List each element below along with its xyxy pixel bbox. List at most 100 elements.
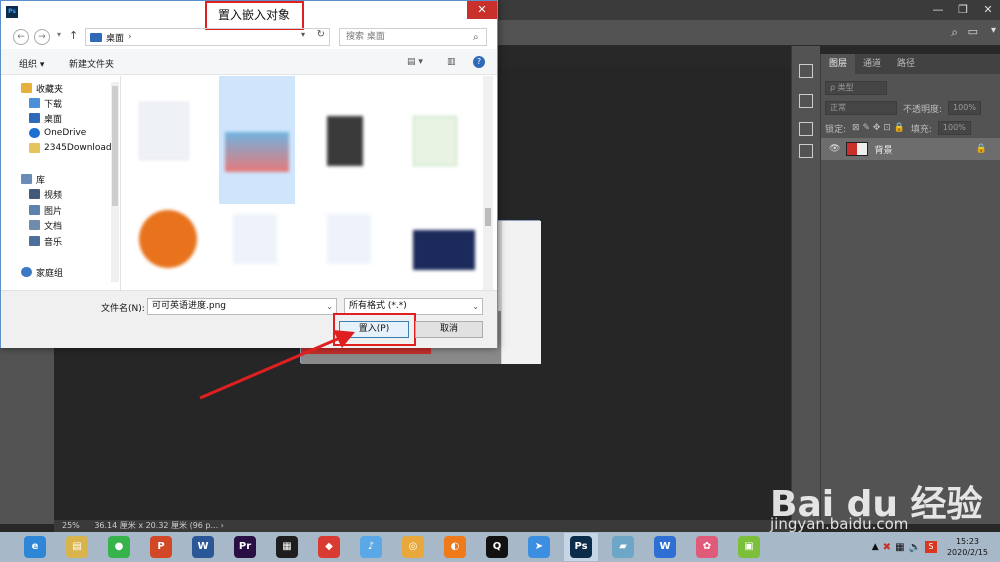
tray-app-icon[interactable]: ✖	[883, 542, 891, 553]
opacity-input[interactable]: 100%	[948, 101, 981, 115]
taskbar-app-photoshop[interactable]: Ps	[564, 533, 598, 561]
file-list-scrollbar[interactable]	[483, 76, 493, 290]
minimize-icon[interactable]: —	[926, 0, 950, 20]
address-text: 桌面	[106, 33, 125, 44]
recent-dropdown-icon[interactable]: ▾	[57, 30, 61, 39]
network-icon[interactable]: ▦	[895, 542, 904, 553]
nav-item-music[interactable]: 音乐	[29, 233, 62, 249]
clock[interactable]: 15:23 2020/2/15	[947, 536, 988, 558]
nav-item-favorites[interactable]: 收藏夹	[21, 80, 63, 96]
file-item[interactable]	[313, 204, 389, 276]
taskbar-app-premiere[interactable]: Pr	[228, 533, 262, 561]
breadcrumb-chevron-icon[interactable]: ›	[128, 32, 132, 42]
file-thumbnail	[225, 132, 289, 172]
share-icon[interactable]: ▾	[991, 25, 996, 36]
taskbar-app-word[interactable]: W	[186, 533, 220, 561]
lock-icons[interactable]: ⊠ ✎ ✥ ⊡ 🔒	[852, 123, 905, 133]
cancel-button[interactable]: 取消	[415, 321, 483, 338]
file-item[interactable]	[125, 204, 201, 276]
file-item[interactable]	[399, 76, 475, 166]
filename-input[interactable]: 可可英语进度.png ⌄	[147, 298, 337, 315]
preview-pane-icon[interactable]: ▥	[447, 57, 456, 67]
taskbar-app-app-book[interactable]: ▰	[606, 533, 640, 561]
taskbar-app-video-editor[interactable]: ▦	[270, 533, 304, 561]
maximize-icon[interactable]: ❐	[951, 0, 975, 20]
chevron-down-icon[interactable]: ⌄	[326, 299, 333, 314]
zoom-level[interactable]: 25%	[62, 521, 80, 530]
clock-time: 15:23	[955, 537, 980, 546]
search-icon[interactable]: ⌕	[473, 32, 479, 43]
taskbar-app-browser-360[interactable]: e	[18, 533, 52, 561]
chevron-down-icon[interactable]: ⌄	[472, 299, 479, 314]
nav-item-2345downloads[interactable]: 2345Download:	[29, 140, 115, 156]
search-icon[interactable]: ⌕	[951, 25, 958, 40]
video-icon	[29, 189, 40, 199]
up-arrow-icon[interactable]: ↑	[69, 29, 78, 42]
library-icon	[21, 174, 32, 184]
kind-filter-select[interactable]: ρ 类型	[825, 81, 887, 95]
taskbar-app-app-notes[interactable]: ▣	[732, 533, 766, 561]
workspace-icon[interactable]: ▭	[968, 25, 978, 38]
nav-item-documents[interactable]: 文档	[29, 217, 62, 233]
taskbar-app-file-explorer[interactable]: ▤	[60, 533, 94, 561]
taskbar-app-wechat[interactable]: ●	[102, 533, 136, 561]
tab-channels[interactable]: 通道	[855, 54, 889, 74]
new-folder-button[interactable]: 新建文件夹	[69, 57, 114, 70]
wechat-icon: ●	[108, 536, 130, 558]
volume-icon[interactable]: 🔊	[909, 542, 921, 553]
nav-item-downloads[interactable]: 下载	[29, 95, 62, 111]
refresh-icon[interactable]: ↻	[317, 29, 325, 40]
nav-item-libraries[interactable]: 库	[21, 171, 45, 187]
file-item[interactable]	[125, 76, 201, 160]
tab-paths[interactable]: 路径	[889, 54, 923, 74]
file-item[interactable]	[219, 204, 295, 276]
view-icon[interactable]: ▤ ▾	[407, 57, 423, 67]
address-dropdown-icon[interactable]: ▾	[301, 30, 305, 39]
nav-item-homegroup[interactable]: 家庭组	[21, 264, 63, 280]
blend-mode-select[interactable]: 正常	[825, 101, 897, 115]
taskbar-app-app-orange[interactable]: ◐	[438, 533, 472, 561]
nav-item-desktop[interactable]: 桌面	[29, 110, 62, 126]
file-item-selected[interactable]	[219, 76, 295, 204]
nav-item-pictures[interactable]: 图片	[29, 202, 62, 218]
adjustments-icon[interactable]	[799, 94, 813, 108]
ime-icon[interactable]: S	[924, 541, 937, 553]
layer-row-background[interactable]: 👁 背景 🔒	[821, 138, 1000, 160]
file-item[interactable]	[313, 76, 389, 166]
scrollbar-thumb[interactable]	[485, 208, 491, 226]
back-icon[interactable]: ←	[13, 29, 29, 45]
app-red-green-icon: ◆	[318, 536, 340, 558]
nav-pane-scrollbar[interactable]	[111, 82, 119, 282]
forward-icon[interactable]: →	[34, 29, 50, 45]
document-size[interactable]: 36.14 厘米 x 20.32 厘米 (96 p... ›	[94, 521, 224, 530]
nav-item-videos[interactable]: 视频	[29, 186, 62, 202]
properties-icon[interactable]	[799, 144, 813, 158]
close-window-icon[interactable]: ✕	[976, 0, 1000, 20]
chrome-icon: ◎	[402, 536, 424, 558]
organize-button[interactable]: 组织 ▾	[19, 57, 44, 70]
nav-item-onedrive[interactable]: OneDrive	[29, 125, 86, 141]
eye-icon[interactable]: 👁	[829, 144, 840, 154]
powerpoint-icon: P	[150, 536, 172, 558]
search-input[interactable]: 搜索 桌面	[339, 28, 487, 46]
clock-date: 2020/2/15	[946, 548, 988, 557]
taskbar-app-app-bird[interactable]: ♪	[354, 533, 388, 561]
nav-label: OneDrive	[44, 128, 87, 138]
history-icon[interactable]	[799, 64, 813, 78]
taskbar-app-app-blue-bird[interactable]: ➤	[522, 533, 556, 561]
brush-icon[interactable]	[799, 122, 813, 136]
fill-input[interactable]: 100%	[937, 121, 971, 135]
address-bar[interactable]: 桌面 › ▾ ↻	[85, 28, 330, 46]
taskbar-app-wps[interactable]: W	[648, 533, 682, 561]
taskbar-app-qq[interactable]: Q	[480, 533, 514, 561]
tab-layers[interactable]: 图层	[821, 54, 856, 74]
help-icon[interactable]: ?	[473, 56, 485, 68]
app-flower-icon: ✿	[696, 536, 718, 558]
taskbar-app-powerpoint[interactable]: P	[144, 533, 178, 561]
file-item[interactable]	[399, 204, 475, 276]
taskbar-app-app-red-green[interactable]: ◆	[312, 533, 346, 561]
dialog-close-button[interactable]: ✕	[467, 1, 497, 19]
taskbar-app-app-flower[interactable]: ✿	[690, 533, 724, 561]
tray-expand-icon[interactable]: ▲	[872, 542, 879, 552]
taskbar-app-chrome[interactable]: ◎	[396, 533, 430, 561]
